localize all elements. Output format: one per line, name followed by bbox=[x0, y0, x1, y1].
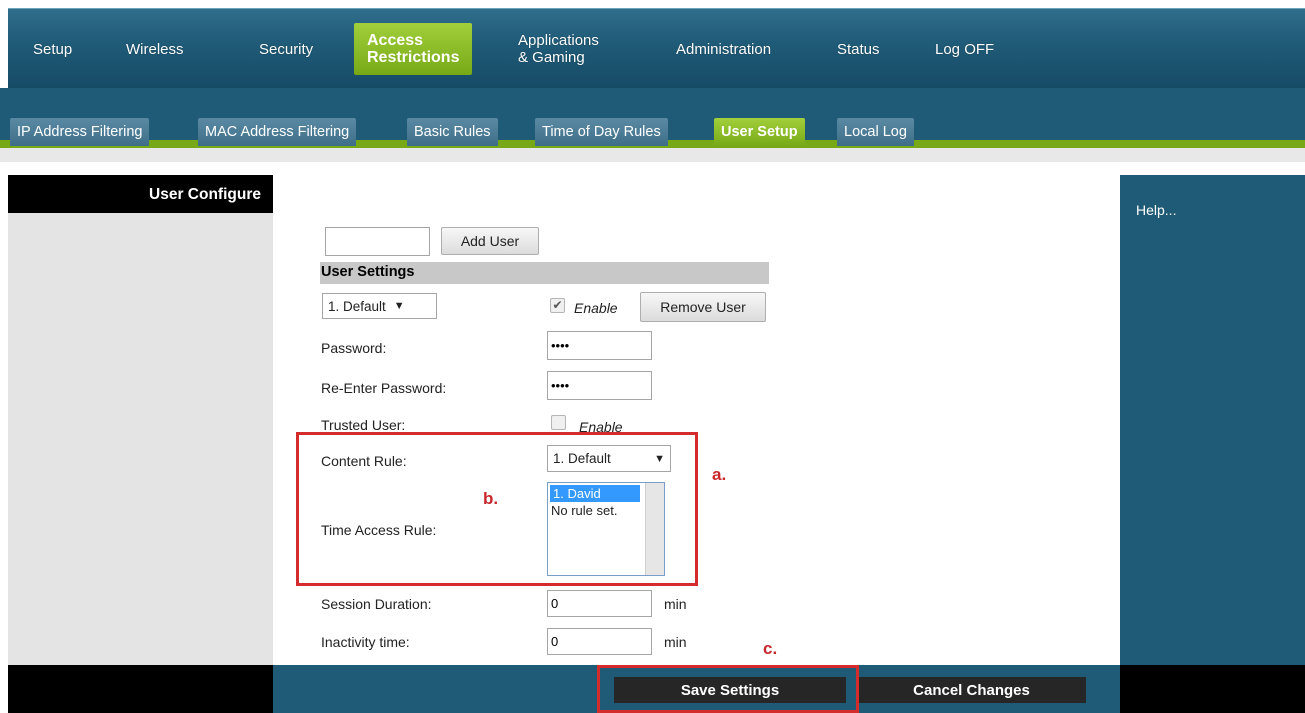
nav-access-restrictions-line2: Restrictions bbox=[367, 49, 460, 66]
session-duration-unit: min bbox=[664, 596, 687, 612]
inactivity-time-label: Inactivity time: bbox=[321, 634, 410, 650]
reenter-password-label: Re-Enter Password: bbox=[321, 380, 447, 396]
add-user-button[interactable]: Add User bbox=[441, 227, 539, 255]
new-user-input[interactable] bbox=[325, 227, 430, 256]
annotation-box-save bbox=[597, 665, 859, 713]
user-enable-checkbox[interactable]: ✔ bbox=[550, 298, 565, 313]
trusted-user-checkbox[interactable] bbox=[551, 415, 566, 430]
password-field[interactable] bbox=[547, 331, 652, 360]
annotation-box-rules bbox=[296, 432, 698, 586]
tab-local-log[interactable]: Local Log bbox=[837, 118, 914, 146]
nav-administration[interactable]: Administration bbox=[676, 9, 771, 89]
inactivity-time-unit: min bbox=[664, 634, 687, 650]
cancel-changes-button[interactable]: Cancel Changes bbox=[857, 677, 1086, 703]
nav-status[interactable]: Status bbox=[837, 9, 880, 89]
nav-access-restrictions[interactable]: Access Restrictions bbox=[354, 23, 473, 75]
nav-applications-gaming[interactable]: Applications & Gaming bbox=[518, 9, 599, 89]
annotation-c: c. bbox=[763, 639, 778, 658]
reenter-password-field[interactable] bbox=[547, 371, 652, 400]
dropdown-arrow-icon: ▼ bbox=[393, 300, 405, 312]
nav-applications-line2: & Gaming bbox=[518, 49, 585, 66]
inactivity-time-field[interactable] bbox=[547, 628, 652, 655]
footer-left bbox=[8, 665, 273, 713]
nav-security[interactable]: Security bbox=[259, 9, 313, 89]
help-panel: Help... bbox=[1120, 175, 1305, 665]
tab-user-setup[interactable]: User Setup bbox=[714, 118, 805, 146]
tab-time-of-day-rules[interactable]: Time of Day Rules bbox=[535, 118, 668, 146]
nav-setup[interactable]: Setup bbox=[33, 9, 72, 89]
annotation-b: b. bbox=[483, 489, 499, 508]
trusted-user-label: Trusted User: bbox=[321, 417, 406, 433]
subtab-bar-spacer bbox=[0, 148, 1305, 162]
nav-applications-line1: Applications bbox=[518, 32, 599, 49]
nav-wireless[interactable]: Wireless bbox=[126, 9, 184, 89]
remove-user-button[interactable]: Remove User bbox=[640, 292, 766, 322]
footer-right bbox=[1120, 665, 1305, 713]
nav-access-restrictions-line1: Access bbox=[367, 32, 424, 49]
user-select-value: 1. Default bbox=[328, 298, 386, 314]
annotation-a: a. bbox=[712, 465, 727, 484]
session-duration-label: Session Duration: bbox=[321, 596, 432, 612]
user-settings-header: User Settings bbox=[320, 262, 769, 284]
help-link[interactable]: Help... bbox=[1136, 202, 1176, 218]
user-enable-label: Enable bbox=[574, 300, 618, 316]
left-sidebar: User Configure bbox=[8, 175, 273, 665]
nav-log-off[interactable]: Log OFF bbox=[935, 9, 994, 89]
tab-mac-address-filtering[interactable]: MAC Address Filtering bbox=[198, 118, 357, 146]
tab-ip-address-filtering[interactable]: IP Address Filtering bbox=[10, 118, 150, 146]
checkmark-icon: ✔ bbox=[552, 298, 563, 312]
password-label: Password: bbox=[321, 340, 387, 356]
session-duration-field[interactable] bbox=[547, 590, 652, 617]
top-navigation-bar: Setup Wireless Security Access Restricti… bbox=[8, 8, 1305, 88]
section-heading-user-configure: User Configure bbox=[8, 175, 273, 213]
user-select[interactable]: 1. Default ▼ bbox=[322, 293, 437, 319]
tab-basic-rules[interactable]: Basic Rules bbox=[407, 118, 498, 146]
